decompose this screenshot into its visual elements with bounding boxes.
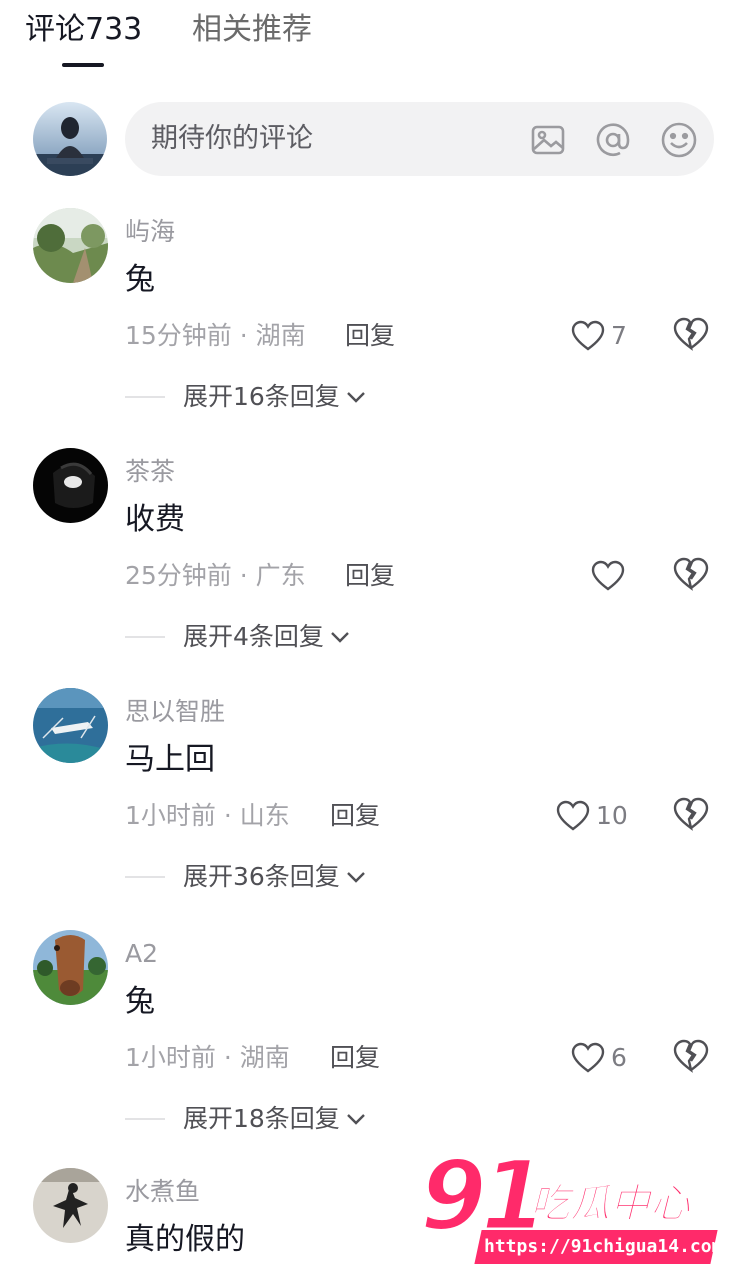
comment-composer: 期待你的评论: [33, 102, 714, 178]
image-icon[interactable]: [529, 121, 567, 159]
comment-text: 马上回: [125, 742, 215, 777]
divider: [125, 876, 165, 878]
like-count: 6: [611, 1043, 627, 1072]
chevron-down-icon: [346, 1114, 365, 1125]
dislike-button[interactable]: [673, 557, 709, 591]
dislike-button[interactable]: [673, 1039, 709, 1073]
comment-input[interactable]: 期待你的评论: [125, 102, 714, 176]
watermark-url: https://91chigua14.com: [484, 1236, 723, 1257]
tab-indicator: [62, 63, 104, 67]
avatar[interactable]: [33, 208, 108, 283]
heart-icon: [571, 1042, 605, 1073]
comment-username[interactable]: 屿海: [125, 216, 175, 248]
avatar[interactable]: [33, 1168, 108, 1243]
like-button[interactable]: 6: [571, 1038, 627, 1078]
expand-replies-label: 展开36条回复: [183, 862, 340, 891]
reply-button[interactable]: 回复: [330, 1042, 380, 1074]
comment-text: 兔: [125, 262, 155, 297]
emoji-icon[interactable]: [660, 121, 698, 159]
comment-item: 屿海 兔 15分钟前 · 湖南 回复 7 展开16条回复: [0, 208, 747, 448]
expand-replies-button[interactable]: 展开4条回复: [125, 620, 350, 654]
comment-meta: 1小时前 · 湖南: [125, 1043, 290, 1072]
heart-icon: [556, 800, 590, 831]
tab-comments[interactable]: 评论733: [25, 10, 142, 50]
like-button[interactable]: 7: [571, 316, 627, 356]
comment-text: 收费: [125, 502, 185, 537]
chevron-down-icon: [331, 632, 349, 643]
like-count: 10: [596, 801, 628, 830]
divider: [125, 636, 165, 638]
comment-item: A2 兔 1小时前 · 湖南 回复 6 展开18条回复: [0, 930, 747, 1170]
like-count: 7: [611, 321, 627, 350]
dislike-button[interactable]: [673, 317, 709, 351]
avatar[interactable]: [33, 448, 108, 523]
expand-replies-label: 展开18条回复: [183, 1104, 340, 1133]
expand-replies-label: 展开16条回复: [183, 382, 340, 411]
chevron-down-icon: [346, 872, 365, 883]
expand-replies-button[interactable]: 展开16条回复: [125, 380, 366, 414]
watermark-logo: 91 吃瓜中心 https://91chigua14.com: [419, 1145, 740, 1280]
avatar[interactable]: [33, 688, 108, 763]
comment-username[interactable]: A2: [125, 938, 158, 970]
broken-heart-icon: [673, 317, 709, 351]
comment-meta: 1小时前 · 山东: [125, 801, 290, 830]
like-button[interactable]: 10: [556, 796, 628, 836]
comment-text: 真的假的: [125, 1222, 245, 1257]
tab-related[interactable]: 相关推荐: [192, 10, 312, 50]
tab-bar: 评论733 相关推荐: [0, 0, 747, 80]
heart-icon: [591, 560, 625, 591]
avatar[interactable]: [33, 930, 108, 1005]
divider: [125, 396, 165, 398]
watermark-title: 吃瓜中心: [530, 1181, 691, 1228]
comment-meta: 25分钟前 · 广东: [125, 561, 306, 590]
comment-text: 兔: [125, 984, 155, 1019]
reply-button[interactable]: 回复: [345, 320, 395, 352]
expand-replies-button[interactable]: 展开36条回复: [125, 860, 366, 894]
comment-item: 思以智胜 马上回 1小时前 · 山东 回复 10 展开36条回复: [0, 688, 747, 928]
broken-heart-icon: [673, 557, 709, 591]
expand-replies-label: 展开4条回复: [183, 622, 324, 651]
dislike-button[interactable]: [673, 797, 709, 831]
comment-input-placeholder: 期待你的评论: [151, 123, 313, 154]
like-button[interactable]: [591, 556, 631, 596]
broken-heart-icon: [673, 797, 709, 831]
comment-username[interactable]: 思以智胜: [125, 696, 225, 728]
comment-username[interactable]: 茶茶: [125, 456, 175, 488]
expand-replies-button[interactable]: 展开18条回复: [125, 1102, 366, 1136]
avatar[interactable]: [33, 102, 107, 176]
chevron-down-icon: [346, 392, 365, 403]
reply-button[interactable]: 回复: [330, 800, 380, 832]
heart-icon: [571, 320, 605, 351]
reply-button[interactable]: 回复: [345, 560, 395, 592]
at-icon[interactable]: [594, 121, 632, 159]
comment-meta: 15分钟前 · 湖南: [125, 321, 306, 350]
comment-item: 茶茶 收费 25分钟前 · 广东 回复 展开4条回复: [0, 448, 747, 688]
comment-username[interactable]: 水煮鱼: [125, 1176, 200, 1208]
divider: [125, 1118, 165, 1120]
broken-heart-icon: [673, 1039, 709, 1073]
